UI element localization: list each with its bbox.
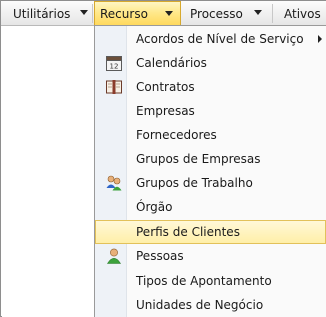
person-icon [106,248,122,264]
menu-utilitarios-label: Utilitários [13,6,71,21]
menu-entry-label: Perfis de Clientes [136,225,240,239]
menu-entry-unidades-negocio[interactable]: Unidades de Negócio [96,293,326,317]
menu-entry-grupos-empresas[interactable]: Grupos de Empresas [96,147,326,171]
menu-ativos[interactable]: Ativos [274,1,326,26]
menu-entry-empresas[interactable]: Empresas [96,99,326,123]
menu-entry-fornecedores[interactable]: Fornecedores [96,123,326,147]
menu-entry-orgao[interactable]: Órgão [96,195,326,219]
menu-utilitarios[interactable]: Utilitários [7,1,91,26]
menu-separator [272,4,273,23]
calendar-icon: 12 [106,56,122,71]
menu-entry-label: Grupos de Empresas [136,152,261,166]
menu-separator [92,4,93,23]
menu-entry-pessoas[interactable]: Pessoas [96,244,326,268]
menu-entry-label: Empresas [136,104,195,118]
menu-entry-contratos[interactable]: Contratos [96,75,326,99]
menu-entry-label: Acordos de Nível de Serviço [136,32,304,46]
menu-processo-label: Processo [190,6,243,21]
work-group-icon [106,175,122,191]
menu-entry-label: Pessoas [136,249,184,263]
menu-entry-label: Órgão [136,200,173,214]
menu-bar: Utilitários Recurso Processo Ativos [1,1,326,26]
menu-entry-perfis-clientes[interactable]: Perfis de Clientes [95,220,326,244]
menu-entry-label: Calendários [136,56,207,70]
menu-recurso[interactable]: Recurso [94,1,181,26]
workspace [2,27,94,317]
menu-entry-acordos[interactable]: Acordos de Nível de Serviço [96,27,326,51]
menu-entry-grupos-trabalho[interactable]: Grupos de Trabalho [96,171,326,195]
calendar-day: 12 [110,63,119,71]
menu-entry-label: Unidades de Negócio [136,298,264,312]
chevron-right-icon [318,35,322,43]
chevron-down-icon [80,10,88,15]
menu-ativos-label: Ativos [284,6,321,21]
app-frame: Utilitários Recurso Processo Ativos Acor… [0,0,326,317]
menu-entry-label: Grupos de Trabalho [136,176,253,190]
menu-entry-label: Contratos [136,80,195,94]
menu-processo[interactable]: Processo [183,1,271,26]
menu-entry-tipos-apontamento[interactable]: Tipos de Apontamento [96,269,326,293]
contract-book-icon [106,80,122,94]
recurso-dropdown: Acordos de Nível de Serviço 12 Calendári… [94,25,326,317]
chevron-down-icon [254,10,262,15]
menu-entry-label: Tipos de Apontamento [136,274,272,288]
menu-entry-label: Fornecedores [136,128,217,142]
chevron-down-icon [165,11,173,16]
menu-entry-calendarios[interactable]: 12 Calendários [96,51,326,75]
menu-recurso-label: Recurso [100,7,148,21]
